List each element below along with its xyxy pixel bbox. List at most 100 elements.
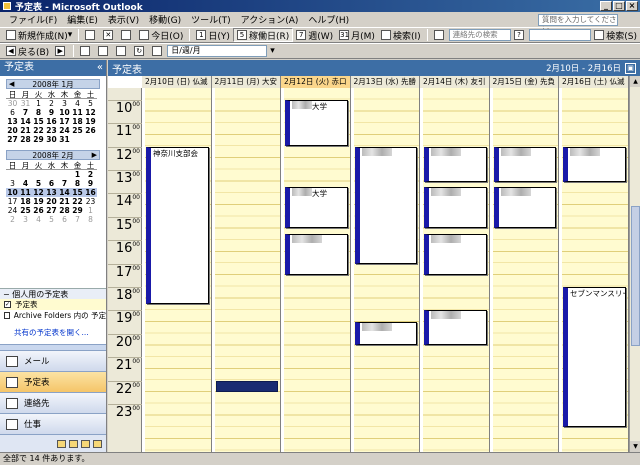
mini-calendar-day[interactable]: 23	[45, 126, 58, 135]
calendar-checkbox[interactable]: ✓	[4, 301, 11, 308]
mini-calendar-day[interactable]: 18	[71, 117, 84, 126]
mini-calendar-day[interactable]: 16	[84, 188, 97, 197]
mini-calendar-day[interactable]: 27	[45, 206, 58, 215]
day-column[interactable]	[211, 88, 281, 452]
help-button[interactable]: ?	[511, 28, 529, 42]
appointment[interactable]	[285, 234, 348, 276]
mini-calendar-day[interactable]: 22	[32, 126, 45, 135]
mini-calendar-day[interactable]: 3	[19, 215, 32, 224]
appointment[interactable]	[424, 310, 487, 346]
configure-buttons-icon[interactable]	[93, 440, 102, 448]
appointment[interactable]	[493, 187, 556, 229]
appointment[interactable]	[563, 146, 626, 182]
menu-view[interactable]: 表示(V)	[103, 13, 144, 26]
back-button[interactable]: ◀ 戻る(B)	[3, 44, 52, 58]
scroll-thumb[interactable]	[631, 206, 640, 346]
folder-list-button[interactable]	[95, 44, 113, 58]
day-view-button[interactable]: 1 日(Y)	[193, 28, 233, 42]
day-header[interactable]: 2月12日 (火) 赤口	[281, 76, 351, 88]
mini-calendar-day[interactable]: 17	[58, 117, 71, 126]
scroll-up-icon[interactable]: ▲	[630, 76, 640, 87]
shortcuts-icon[interactable]	[81, 440, 90, 448]
mini-calendar-day[interactable]: 21	[19, 126, 32, 135]
appointment[interactable]: 大学	[285, 99, 348, 147]
mini-calendar-day[interactable]: 31	[19, 99, 32, 108]
find-button[interactable]: 検索(I)	[378, 28, 424, 42]
appointment[interactable]	[354, 146, 417, 264]
mini-calendar-day[interactable]: 31	[58, 135, 71, 144]
vertical-scrollbar[interactable]: ▲ ▼	[629, 76, 640, 452]
my-calendar-item[interactable]: ✓ 予定表	[0, 299, 106, 310]
mini-calendar-day[interactable]: 4	[19, 179, 32, 188]
my-calendars-header[interactable]: − 個人用の予定表	[0, 288, 106, 299]
stop-button[interactable]	[149, 44, 167, 58]
forward-button[interactable]: ▶	[52, 44, 70, 58]
mini-calendar-day[interactable]: 29	[71, 206, 84, 215]
mini-calendar-day[interactable]: 8	[32, 108, 45, 117]
mini-calendar-day[interactable]: 7	[19, 108, 32, 117]
mini-calendar-day[interactable]: 12	[32, 188, 45, 197]
day-column[interactable]	[350, 88, 420, 452]
menu-help[interactable]: ヘルプ(H)	[303, 13, 354, 26]
day-header[interactable]: 2月13日 (水) 先勝	[350, 76, 420, 88]
mini-calendar-day[interactable]: 2	[45, 99, 58, 108]
today-button[interactable]: 今日(O)	[136, 28, 186, 42]
mini-calendar-day[interactable]: 8	[84, 215, 97, 224]
mini-calendar-day[interactable]: 2	[6, 215, 19, 224]
mini-calendar-day[interactable]: 10	[6, 188, 19, 197]
mini-calendar-day[interactable]: 23	[84, 197, 97, 206]
notes-icon[interactable]	[57, 440, 66, 448]
open-shared-calendar-link[interactable]: 共有の予定表を開く...	[0, 327, 106, 338]
mini-calendar-day[interactable]: 30	[45, 135, 58, 144]
menu-actions[interactable]: アクション(A)	[236, 13, 304, 26]
mini-calendar-day[interactable]: 25	[71, 126, 84, 135]
menu-tools[interactable]: ツール(T)	[186, 13, 236, 26]
folder-list-icon[interactable]	[69, 440, 78, 448]
address-field[interactable]: 日/週/月	[167, 45, 268, 57]
mini-calendar-day[interactable]: 3	[6, 179, 19, 188]
scroll-down-icon[interactable]: ▼	[630, 441, 640, 452]
mini-calendar-day[interactable]: 26	[84, 126, 97, 135]
mini-calendar-day[interactable]: 1	[32, 99, 45, 108]
next-month-icon[interactable]: ▶	[92, 151, 97, 160]
appointment[interactable]: 大学	[285, 187, 348, 229]
minimize-icon[interactable]: _	[600, 1, 612, 11]
mini-calendar-day[interactable]: 7	[58, 179, 71, 188]
folder-up-button[interactable]	[77, 44, 95, 58]
menu-edit[interactable]: 編集(E)	[62, 13, 103, 26]
refresh-button[interactable]: ↻	[131, 44, 149, 58]
mini-calendar-day[interactable]: 13	[45, 188, 58, 197]
month-view-button[interactable]: 31 月(M)	[336, 28, 378, 42]
mini-calendar-day[interactable]: 27	[6, 135, 19, 144]
day-header[interactable]: 2月15日 (金) 先負	[489, 76, 559, 88]
mini-calendar-day[interactable]: 22	[71, 197, 84, 206]
mini-calendar-day[interactable]: 24	[58, 126, 71, 135]
mini-calendar-day[interactable]: 10	[58, 108, 71, 117]
mini-calendar-day[interactable]: 6	[45, 179, 58, 188]
mini-calendar-day[interactable]: 5	[45, 215, 58, 224]
appointment[interactable]	[493, 146, 556, 182]
nav-button-calendar[interactable]: 予定表	[0, 371, 106, 392]
mini-calendar-day[interactable]: 24	[6, 206, 19, 215]
mini-calendar-day[interactable]: 1	[71, 170, 84, 179]
mini-calendar-day[interactable]: 12	[84, 108, 97, 117]
mini-calendar-day[interactable]: 14	[19, 117, 32, 126]
prev-month-icon[interactable]: ◀	[9, 80, 14, 89]
menu-file[interactable]: ファイル(F)	[4, 13, 62, 26]
maximize-icon[interactable]: □	[613, 1, 625, 11]
workweek-view-button[interactable]: 5 稼働日(R)	[232, 28, 294, 42]
mini-calendar-day[interactable]: 5	[32, 179, 45, 188]
mini-calendar-day[interactable]: 14	[58, 188, 71, 197]
mini-calendar-day[interactable]: 6	[58, 215, 71, 224]
appointment[interactable]: セブンマンスリー	[563, 286, 626, 428]
search-field[interactable]	[528, 29, 592, 41]
calendar-checkbox[interactable]	[4, 312, 10, 319]
mini-calendar-day[interactable]: 19	[84, 117, 97, 126]
mini-calendar-day[interactable]: 5	[84, 99, 97, 108]
mini-calendar-day[interactable]: 3	[58, 99, 71, 108]
day-column[interactable]	[489, 88, 559, 452]
mini-calendar-day[interactable]: 6	[6, 108, 19, 117]
week-view-button[interactable]: 7 週(W)	[293, 28, 336, 42]
mini-calendar-day[interactable]: 30	[6, 99, 19, 108]
mini-calendar-day[interactable]: 19	[32, 197, 45, 206]
